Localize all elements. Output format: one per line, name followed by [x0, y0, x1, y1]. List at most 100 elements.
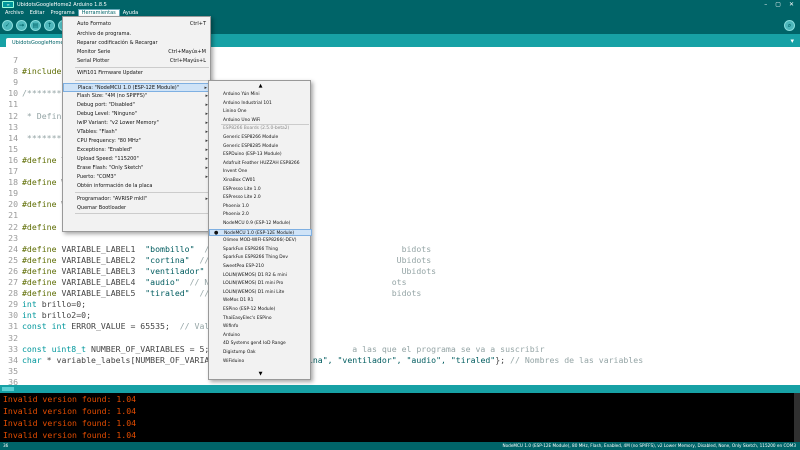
board-menu-item-label: ESPDuino (ESP-13 Module) [223, 152, 282, 158]
tools-menu-item-label: Archivo de programa. [77, 30, 132, 37]
board-menu-item[interactable]: LOLIN(WEMOS) D1 mini Lite [209, 289, 312, 296]
board-menu-item-label: LOLIN(WEMOS) D1 R2 & mini [223, 272, 287, 278]
board-menu-item[interactable]: SparkFun ESP8266 Thing Dev [209, 254, 312, 261]
code-token: #define [22, 199, 62, 210]
tools-menu-item-label: Flash Size: "4M (no SPIFFS)" [77, 93, 148, 99]
tools-menu-item-label: CPU Frequency: "80 MHz" [77, 138, 141, 144]
board-menu-item-label: NodeMCU 1.0 (ESP-12E Module) [224, 230, 295, 236]
tools-menu-item[interactable]: Reparar codificación & Recargar [63, 39, 212, 48]
board-menu-item[interactable]: Adafruit Feather HUZZAH ESP8266 [209, 160, 312, 167]
console-divider[interactable] [0, 385, 800, 393]
tools-menu-item[interactable]: WiFi101 Firmware Updater [63, 69, 212, 78]
board-menu-item[interactable]: Phoenix 2.0 [209, 211, 312, 218]
board-menu-item[interactable]: Generic ESP8266 Module [209, 134, 312, 141]
tools-menu-item[interactable]: Puerto: "COM3" ▸ [63, 173, 212, 182]
board-menu-item[interactable]: SparkFun ESP8266 Thing [209, 246, 312, 253]
code-token: }; [495, 354, 511, 365]
magnifier-icon: ⌕ [787, 21, 792, 29]
tools-menu-item[interactable]: Programador: "AVRISP mkII" ▸ [63, 195, 212, 204]
board-menu-item-label: SparkFun ESP8266 Thing [223, 246, 278, 252]
tools-menu-item[interactable]: lwIP Variant: "v2 Lower Memory" ▸ [63, 119, 212, 128]
tools-menu-item[interactable]: VTables: "Flash" ▸ [63, 128, 212, 137]
menu-archivo[interactable]: Archivo [2, 9, 27, 17]
tools-menu-item[interactable]: Serial Plotter Ctrl+Mayús+L [63, 57, 212, 66]
board-menu-item[interactable]: ESPino (ESP-12 Module) [209, 306, 312, 313]
board-menu-item[interactable]: ThaiEasyElec's ESPino [209, 315, 312, 322]
board-menu-item[interactable]: ● NodeMCU 1.0 (ESP-12E Module) [209, 228, 312, 236]
board-menu-item[interactable]: SweetPea ESP-210 [209, 263, 312, 270]
scroll-up-arrow-icon[interactable]: ▲ [209, 82, 312, 90]
board-menu-item[interactable]: Arduino Industrial 101 [209, 100, 312, 107]
code-token: VARIABLE_LABEL1 [61, 243, 146, 254]
board-menu-item[interactable]: LOLIN(WEMOS) D1 mini Pro [209, 280, 312, 287]
board-menu-item[interactable]: WiFiduino [209, 358, 312, 365]
shortcut-label: Ctrl+Mayús+M [168, 48, 206, 55]
board-menu-item-label: Invent One [223, 169, 248, 175]
tools-menu-item[interactable]: Erase Flash: "Only Sketch" ▸ [63, 164, 212, 173]
minimize-icon[interactable]: – [764, 1, 767, 8]
board-menu-item[interactable]: ESPresso Lite 2.0 [209, 194, 312, 201]
new-sketch-button[interactable]: ▤ [30, 20, 41, 31]
tools-menu-item[interactable]: Placa: "NodeMCU 1.0 (ESP-12E Module)" ▸ [63, 83, 212, 92]
tools-menu-item[interactable]: Quemar Bootloader [63, 204, 212, 213]
board-menu-item-label: SweetPea ESP-210 [223, 264, 264, 269]
board-menu-item-label: ESPresso Lite 2.0 [223, 195, 261, 201]
code-token: brillo=0; [41, 299, 87, 310]
code-token: #define [22, 177, 62, 188]
board-menu-item-label: Arduino [223, 332, 240, 338]
board-group-header: ESP8266 Boards (2.5.0-beta2) [209, 125, 312, 132]
board-menu-item-label: SparkFun ESP8266 Thing Dev [223, 255, 288, 261]
board-menu-item[interactable]: XinaBox CW01 [209, 177, 312, 184]
board-menu-item[interactable]: Arduino [209, 332, 312, 339]
board-menu-item[interactable]: WeMos D1 R1 [209, 297, 312, 304]
board-menu-item[interactable]: 4D Systems gen4 IoD Range [209, 340, 312, 347]
maximize-icon[interactable]: ▢ [775, 1, 781, 8]
tools-menu-item[interactable]: Debug Level: "Ninguno" ▸ [63, 110, 212, 119]
board-menu-item-label: Linino One [223, 109, 247, 115]
shortcut-label: Ctrl+Mayús+L [169, 57, 206, 64]
console-scrollbar[interactable] [794, 393, 800, 442]
tools-menu-item[interactable]: Auto Formato Ctrl+T [63, 20, 212, 29]
board-menu-item[interactable]: Linino One [209, 108, 312, 115]
menu-editar[interactable]: Editar [27, 9, 48, 17]
board-menu-item-label: Phoenix 1.0 [223, 203, 249, 209]
board-menu-item[interactable]: Invent One [209, 168, 312, 175]
board-menu-item[interactable]: Phoenix 1.0 [209, 203, 312, 210]
board-menu-item[interactable]: ESPresso Lite 1.0 [209, 186, 312, 193]
line-number: 36 [8, 376, 18, 385]
board-menu-item-label: ESPresso Lite 1.0 [223, 186, 261, 192]
open-button[interactable]: ↑ [44, 20, 55, 31]
board-menu-item[interactable]: Arduino Uno WiFi [209, 117, 312, 124]
tab-menu-icon[interactable]: ▾ [790, 37, 794, 45]
tools-menu-item[interactable]: Archivo de programa. [63, 30, 212, 39]
tools-menu-item[interactable]: Upload Speed: "115200" ▸ [63, 155, 212, 164]
tools-menu-item[interactable]: Monitor Serie Ctrl+Mayús+M [63, 48, 212, 57]
verify-button[interactable]: ✓ [2, 20, 13, 31]
board-submenu: ▲ ▼ Arduino Yún Mini Arduino Industrial 1… [208, 80, 312, 380]
board-menu-item[interactable]: Olimex MOD-WIFI-ESP8266(-DEV) [209, 237, 312, 244]
board-menu-item[interactable]: Arduino Yún Mini [209, 91, 312, 98]
code-token: NUMBER_OF_VARIABLES = 5; [91, 343, 215, 354]
board-menu-item[interactable]: NodeMCU 0.9 (ESP-12 Module) [209, 220, 312, 227]
code-token: zina", "ventilador", "audio", "tiraled" [302, 354, 496, 365]
tools-menu-item[interactable]: Obtén información de la placa [63, 182, 212, 191]
board-menu-item[interactable]: Digistump Oak [209, 349, 312, 356]
tools-menu-item[interactable]: CPU Frequency: "80 MHz" ▸ [63, 137, 212, 146]
code-token: char [22, 354, 47, 365]
menu-separator [75, 80, 209, 81]
board-menu-item-label: Digistump Oak [223, 350, 256, 355]
close-icon[interactable]: ✕ [789, 1, 794, 8]
tools-menu-item[interactable]: Exceptions: "Enabled" ▸ [63, 146, 212, 155]
serial-monitor-button[interactable]: ⌕ [784, 20, 795, 31]
tools-menu-item[interactable]: Flash Size: "4M (no SPIFFS)" ▸ [63, 92, 212, 101]
board-menu-item[interactable]: Generic ESP8285 Module [209, 143, 312, 150]
tools-menu-item-label: Serial Plotter [77, 57, 110, 64]
tools-menu-item[interactable]: Debug port: "Disabled" ▸ [63, 101, 212, 110]
board-menu-item[interactable]: LOLIN(WEMOS) D1 R2 & mini [209, 272, 312, 279]
upload-button[interactable]: → [16, 20, 27, 31]
board-menu-item[interactable]: ESPDuino (ESP-13 Module) [209, 151, 312, 158]
scroll-down-arrow-icon[interactable]: ▼ [209, 370, 312, 378]
board-menu-item[interactable]: WifInfo [209, 323, 312, 330]
menu-separator [75, 213, 209, 214]
code-token: int [22, 310, 42, 321]
